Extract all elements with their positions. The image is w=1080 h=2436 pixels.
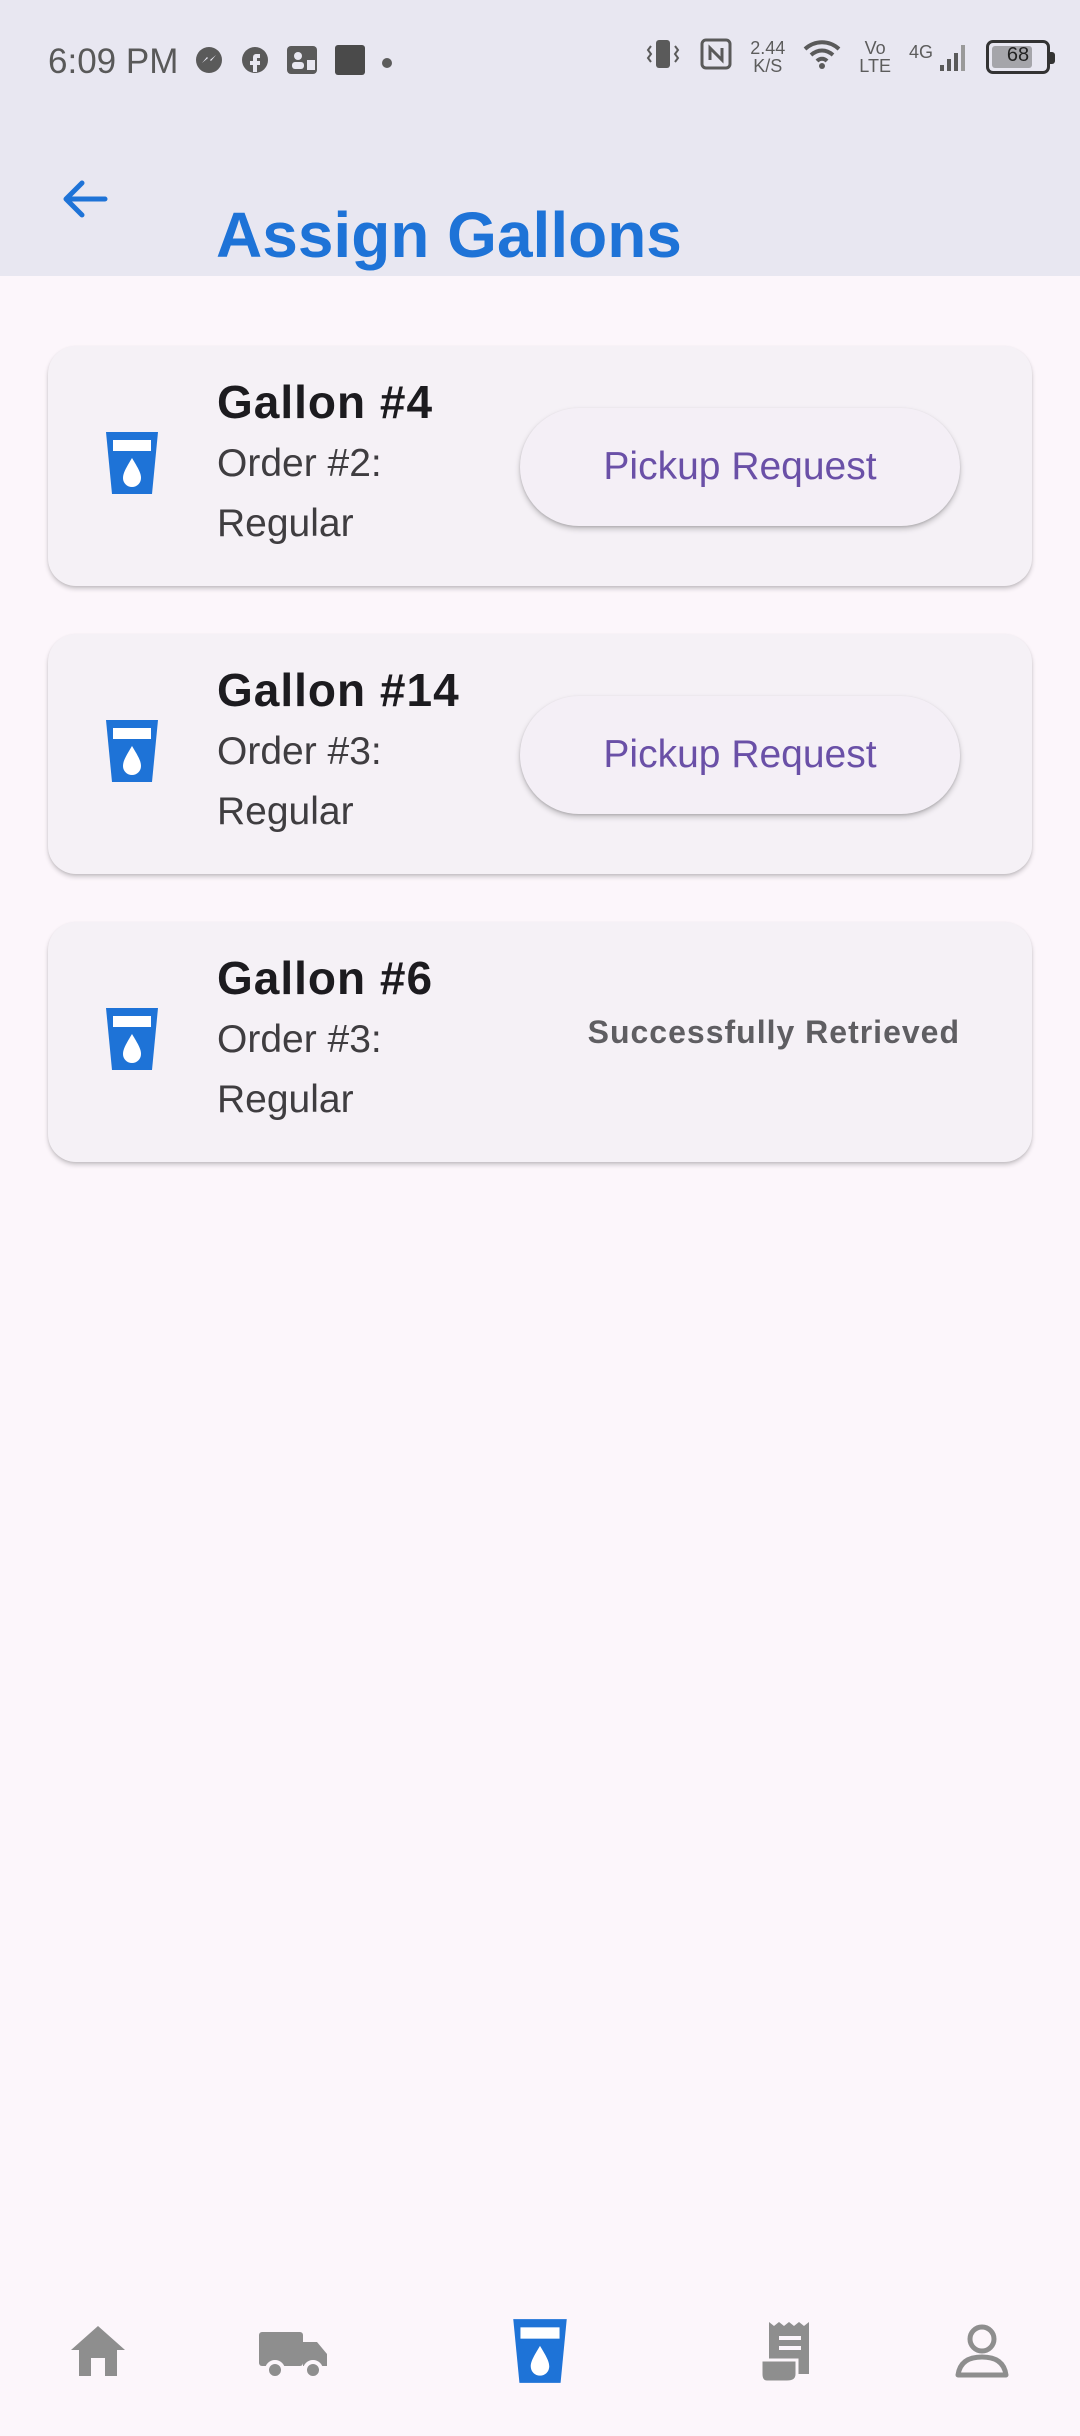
gallon-order-number: Order #3: xyxy=(217,1018,382,1061)
gallon-list: Gallon #4 Order #2: Regular Pickup Reque… xyxy=(48,346,1032,1162)
contact-card-icon xyxy=(286,45,318,80)
wifi-icon xyxy=(803,38,841,75)
gallon-icon xyxy=(106,1008,158,1070)
gallon-card: Gallon #6 Order #3: Regular Successfully… xyxy=(48,922,1032,1162)
nfc-icon xyxy=(700,38,732,75)
gallon-title: Gallon #4 xyxy=(217,376,434,428)
pickup-request-button[interactable]: Pickup Request xyxy=(520,696,960,814)
gallon-details: Gallon #14 Order #3: Regular xyxy=(217,658,517,842)
gallon-icon xyxy=(106,432,158,494)
home-icon xyxy=(71,2326,125,2376)
network-speed: 2.44 K/S xyxy=(750,37,786,76)
square-notification-icon xyxy=(334,44,366,81)
gallon-details: Gallon #6 Order #3: Regular xyxy=(217,946,517,1130)
app-bar: Assign Gallons xyxy=(0,122,1080,276)
status-time: 6:09 PM xyxy=(48,42,179,81)
gallon-order-number: Order #2: xyxy=(217,442,382,485)
nav-gallons[interactable] xyxy=(498,2309,582,2393)
nav-receipts[interactable] xyxy=(744,2309,828,2393)
gallon-order-type: Regular xyxy=(217,502,354,545)
status-bar: 6:09 PM 2.44 K/S Vo LTE 4G 68 xyxy=(0,0,1080,122)
nav-delivery[interactable] xyxy=(252,2309,336,2393)
nav-profile[interactable] xyxy=(940,2309,1024,2393)
gallon-icon xyxy=(106,720,158,782)
cellular-signal: 4G xyxy=(909,41,968,73)
vibrate-icon xyxy=(644,38,682,75)
pickup-request-button[interactable]: Pickup Request xyxy=(520,408,960,526)
battery-level: 68 xyxy=(1006,43,1030,66)
gallon-card: Gallon #14 Order #3: Regular Pickup Requ… xyxy=(48,634,1032,874)
delivery-truck-icon xyxy=(259,2332,327,2380)
notification-icons xyxy=(194,44,392,81)
messenger-icon xyxy=(194,45,224,80)
battery-icon: 68 xyxy=(986,39,1055,74)
facebook-icon xyxy=(240,45,270,80)
gallon-title: Gallon #6 xyxy=(217,952,434,1004)
gallon-order-type: Regular xyxy=(217,790,354,833)
profile-icon xyxy=(955,2324,1009,2378)
back-arrow-icon xyxy=(63,180,108,218)
bottom-navigation xyxy=(0,2264,1080,2436)
system-status-icons: 2.44 K/S Vo LTE 4G 68 xyxy=(644,37,1055,76)
volte-indicator: Vo LTE xyxy=(859,37,891,76)
back-button[interactable] xyxy=(50,164,120,234)
gallon-order-number: Order #3: xyxy=(217,730,382,773)
more-notifications-dot xyxy=(382,57,392,68)
gallon-order-type: Regular xyxy=(217,1078,354,1121)
nav-home[interactable] xyxy=(56,2309,140,2393)
gallon-card: Gallon #4 Order #2: Regular Pickup Reque… xyxy=(48,346,1032,586)
signal-bars-icon xyxy=(940,44,965,71)
gallon-details: Gallon #4 Order #2: Regular xyxy=(217,370,517,554)
retrieved-status: Successfully Retrieved xyxy=(587,1014,960,1050)
gallon-title: Gallon #14 xyxy=(217,664,460,716)
page-title: Assign Gallons xyxy=(216,198,682,271)
receipt-icon xyxy=(759,2322,809,2384)
gallon-icon xyxy=(513,2319,567,2383)
